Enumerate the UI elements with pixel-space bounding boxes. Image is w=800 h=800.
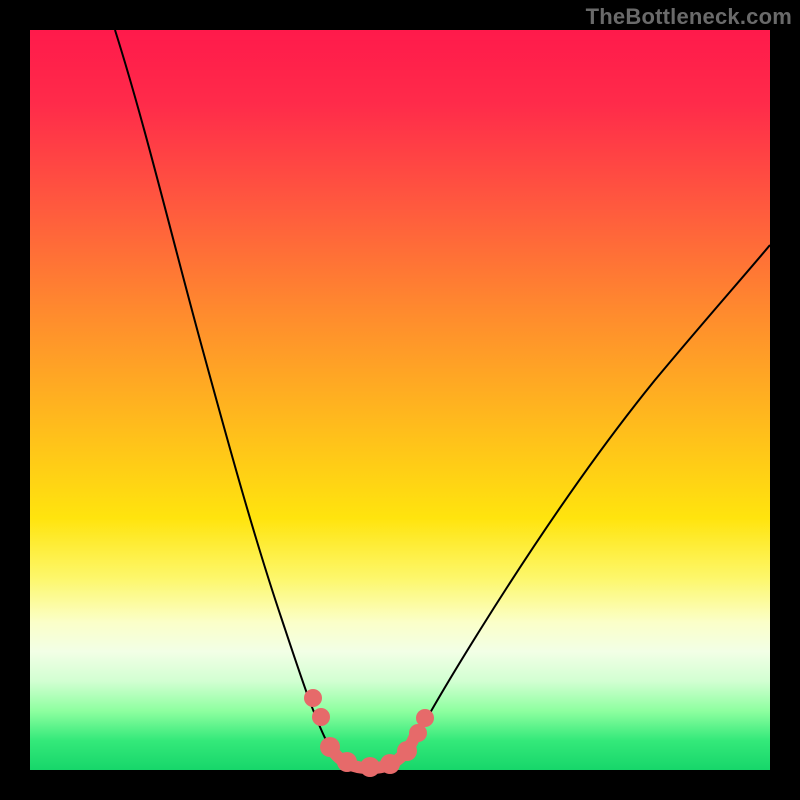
right-curve xyxy=(375,245,770,768)
chart-stage: TheBottleneck.com xyxy=(0,0,800,800)
bead xyxy=(304,689,322,707)
watermark-text: TheBottleneck.com xyxy=(586,4,792,30)
curve-layer xyxy=(30,30,770,770)
bead xyxy=(416,709,434,727)
bead xyxy=(380,754,400,774)
bead xyxy=(312,708,330,726)
plot-area xyxy=(30,30,770,770)
left-curve xyxy=(115,30,375,768)
bead xyxy=(360,757,380,777)
bead xyxy=(337,752,357,772)
bead xyxy=(320,737,340,757)
bead xyxy=(397,741,417,761)
